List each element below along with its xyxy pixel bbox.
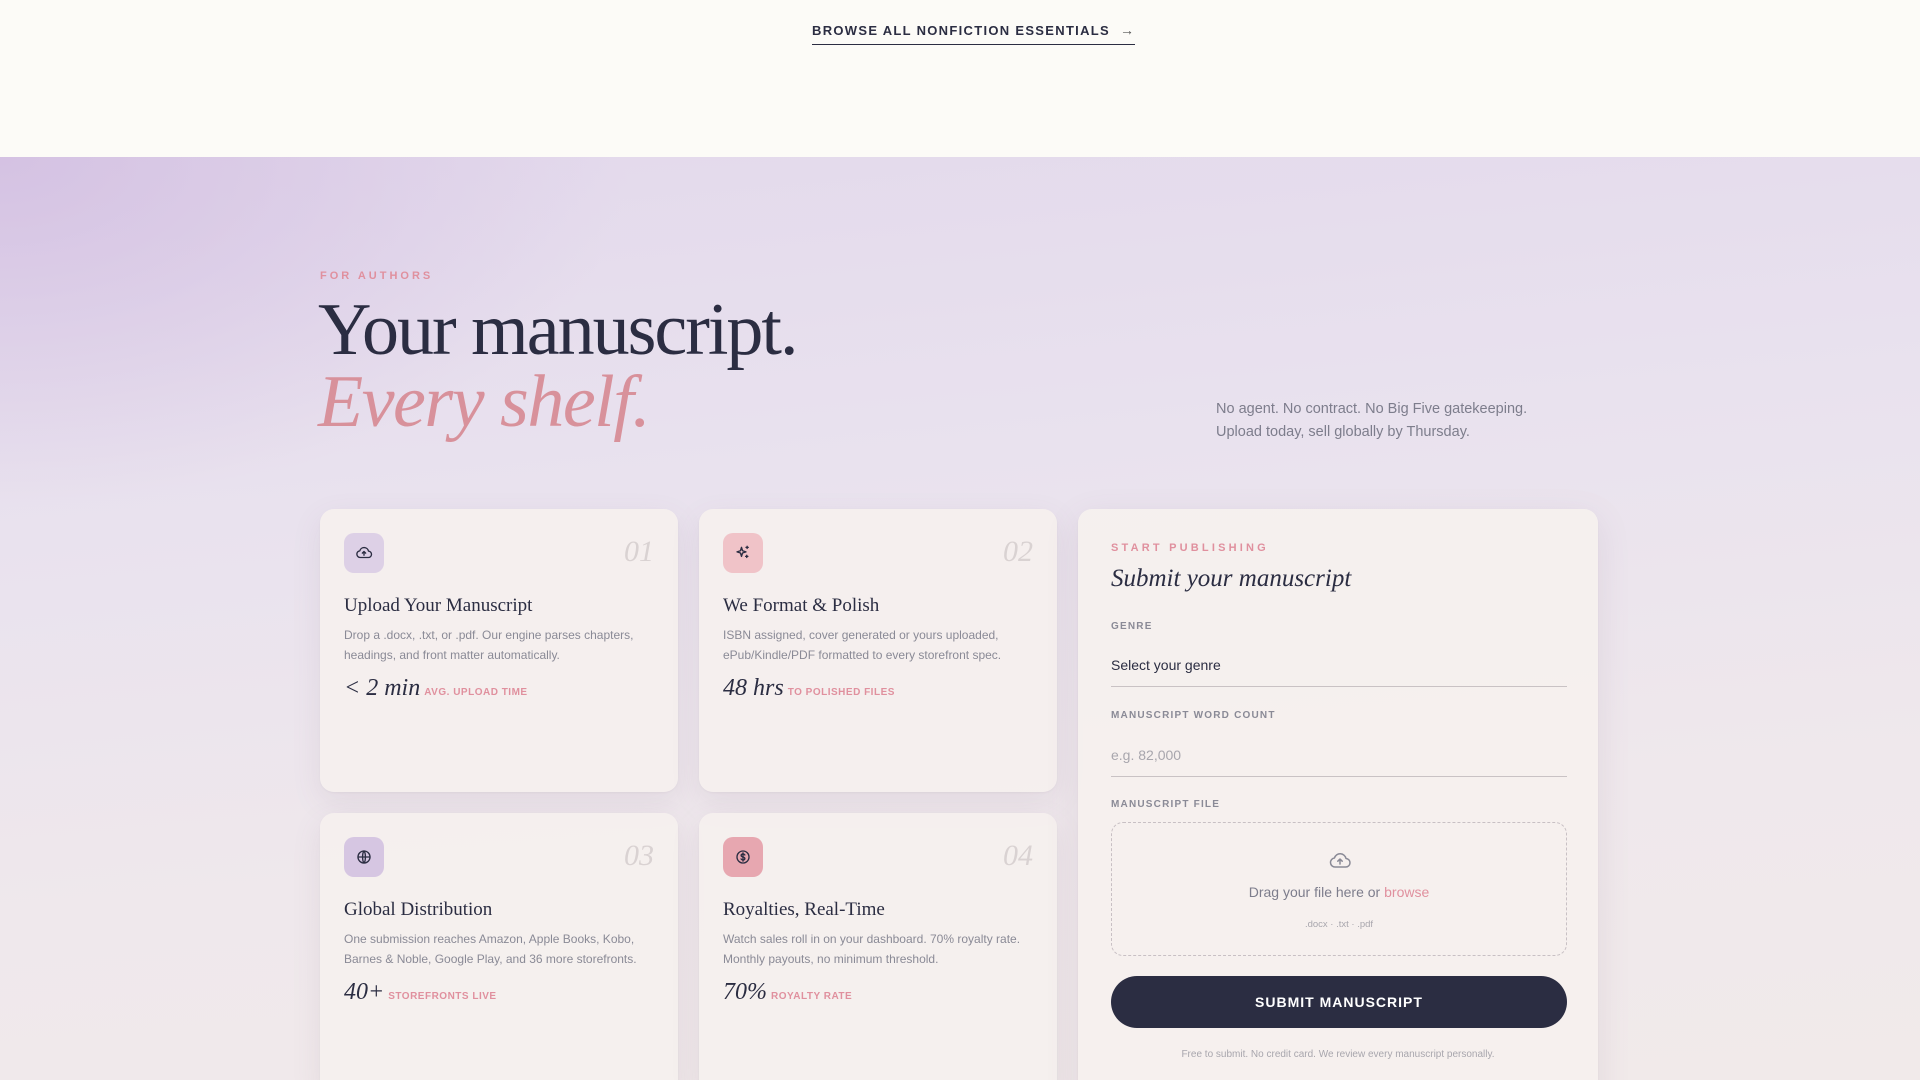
- browse-link[interactable]: browse: [1384, 884, 1429, 900]
- card-stat: < 2 min AVG. UPLOAD TIME: [344, 675, 528, 702]
- step-number: 01: [624, 535, 654, 568]
- sparkles-icon: [736, 545, 749, 559]
- stat-label: STOREFRONTS LIVE: [388, 991, 497, 1002]
- step-number: 03: [624, 839, 654, 872]
- stat-label: TO POLISHED FILES: [787, 687, 895, 698]
- submit-manuscript-button[interactable]: SUBMIT MANUSCRIPT: [1111, 976, 1567, 1028]
- card-title: Global Distribution: [344, 899, 493, 920]
- step-card-distribution: 03 Global Distribution One submission re…: [320, 813, 678, 1080]
- stat-value: 70%: [723, 979, 767, 1005]
- hero-title-line1: Your manuscript.: [318, 289, 798, 371]
- card-description: One submission reaches Amazon, Apple Boo…: [344, 932, 637, 966]
- icon-tile: [344, 533, 384, 573]
- word-count-input[interactable]: [1111, 739, 1567, 777]
- card-title: We Format & Polish: [723, 595, 880, 616]
- card-stat: 48 hrs TO POLISHED FILES: [723, 675, 895, 702]
- submission-form: START PUBLISHING Submit your manuscript …: [1078, 509, 1598, 1080]
- form-title: Submit your manuscript: [1111, 565, 1352, 592]
- card-description: Drop a .docx, .txt, or .pdf. Our engine …: [344, 628, 634, 662]
- form-footnote: Free to submit. No credit card. We revie…: [1181, 1049, 1495, 1060]
- browse-link-label: BROWSE ALL NONFICTION ESSENTIALS: [812, 22, 1110, 38]
- browse-nonfiction-link[interactable]: BROWSE ALL NONFICTION ESSENTIALS →: [812, 22, 1136, 45]
- section-eyebrow: FOR AUTHORS: [320, 270, 434, 282]
- genre-label: GENRE: [1111, 621, 1153, 632]
- stat-value: 40+: [344, 979, 385, 1005]
- step-card-upload: 01 Upload Your Manuscript Drop a .docx, …: [320, 509, 678, 792]
- cloud-upload-icon: [1329, 853, 1351, 868]
- file-dropzone[interactable]: Drag your file here or browse .docx · .t…: [1111, 822, 1567, 956]
- dollar-coin-icon: [736, 850, 750, 864]
- accepted-file-types: .docx · .txt · .pdf: [1304, 919, 1374, 930]
- genre-select[interactable]: Select your genre: [1111, 657, 1567, 687]
- stat-label: AVG. UPLOAD TIME: [424, 687, 528, 698]
- manuscript-file-label: MANUSCRIPT FILE: [1111, 799, 1221, 810]
- dropzone-prompt: Drag your file here or: [1248, 884, 1381, 900]
- icon-tile: [723, 533, 763, 573]
- arrow-right-icon: →: [1120, 22, 1136, 38]
- stat-value: < 2 min: [344, 675, 421, 701]
- icon-tile: [344, 837, 384, 877]
- step-number: 04: [1003, 839, 1033, 872]
- step-number: 02: [1003, 535, 1033, 568]
- card-description: ISBN assigned, cover generated or yours …: [723, 628, 1002, 662]
- step-card-format: 02 We Format & Polish ISBN assigned, cov…: [699, 509, 1057, 792]
- word-count-label: MANUSCRIPT WORD COUNT: [1111, 710, 1276, 721]
- icon-tile: [723, 837, 763, 877]
- globe-icon: [357, 850, 371, 864]
- form-eyebrow: START PUBLISHING: [1111, 542, 1269, 554]
- card-title: Upload Your Manuscript: [344, 595, 533, 616]
- stat-value: 48 hrs: [723, 675, 784, 701]
- card-stat: 70% ROYALTY RATE: [723, 979, 852, 1006]
- card-description: Watch sales roll in on your dashboard. 7…: [723, 932, 1021, 966]
- card-title: Royalties, Real-Time: [723, 899, 885, 920]
- hero-description: No agent. No contract. No Big Five gatek…: [1216, 401, 1528, 440]
- top-bar: BROWSE ALL NONFICTION ESSENTIALS →: [0, 0, 1920, 157]
- dropzone-text: Drag your file here or browse: [1112, 884, 1566, 900]
- hero-title-line2: Every shelf.: [318, 361, 651, 443]
- stat-label: ROYALTY RATE: [771, 991, 853, 1002]
- card-stat: 40+ STOREFRONTS LIVE: [344, 979, 497, 1006]
- cloud-upload-icon: [356, 546, 373, 559]
- step-card-royalties: 04 Royalties, Real-Time Watch sales roll…: [699, 813, 1057, 1080]
